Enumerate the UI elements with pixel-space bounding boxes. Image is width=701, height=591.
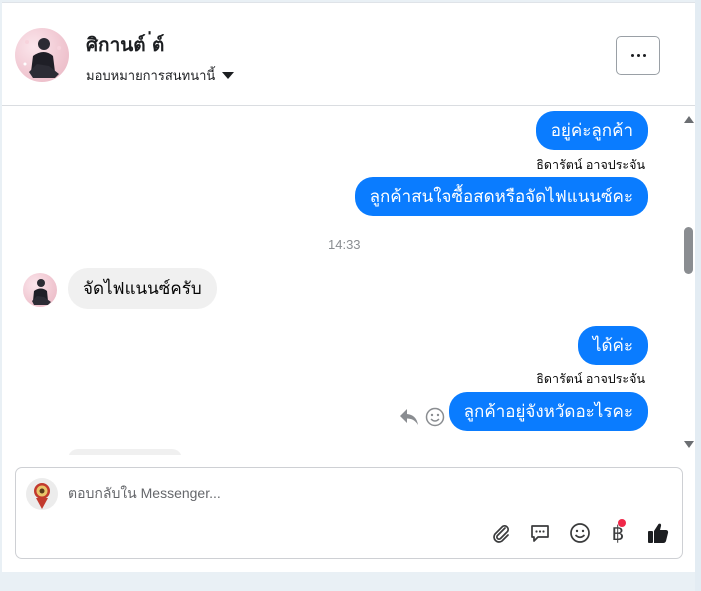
outgoing-message[interactable]: ได้ค่ะ xyxy=(577,326,648,365)
dot xyxy=(636,54,640,57)
contact-avatar[interactable] xyxy=(15,28,69,82)
window-edge xyxy=(695,0,701,591)
incoming-message-partial xyxy=(68,449,182,455)
dot xyxy=(630,54,634,57)
dot xyxy=(642,54,646,57)
incoming-message[interactable]: จัดไฟแนนซ์ครับ xyxy=(68,268,217,309)
outgoing-message[interactable]: ลูกค้าอยู่จังหวัดอะไรคะ xyxy=(448,392,648,431)
conversation-header: ศิกานต์ ่ต์ มอบหมายการสนทนานี้ xyxy=(2,3,695,106)
like-icon[interactable] xyxy=(645,520,671,546)
emoji-icon[interactable] xyxy=(567,520,593,546)
caret-down-icon xyxy=(222,72,235,79)
message-list[interactable]: อยู่ค่ะลูกค้า ธิดารัตน์ อาจประจัน ลูกค้า… xyxy=(2,107,695,455)
react-emoji-icon[interactable] xyxy=(425,407,445,432)
payment-icon[interactable]: ฿ xyxy=(605,519,631,546)
scroll-down-arrow-icon[interactable] xyxy=(684,441,694,448)
reply-icon[interactable] xyxy=(399,408,419,431)
message-timestamp: 14:33 xyxy=(328,237,361,252)
message-scrollbar[interactable] xyxy=(681,111,695,453)
page-avatar xyxy=(26,478,58,510)
reply-composer: ฿ xyxy=(15,467,683,559)
outgoing-message[interactable]: อยู่ค่ะลูกค้า xyxy=(535,111,648,150)
scroll-up-arrow-icon[interactable] xyxy=(684,116,694,123)
saved-replies-icon[interactable] xyxy=(527,520,553,546)
outgoing-message[interactable]: ลูกค้าสนใจซื้อสดหรือจัดไฟแนนซ์คะ xyxy=(354,177,648,216)
message-actions xyxy=(399,407,445,432)
assign-label: มอบหมายการสนทนานี้ xyxy=(86,68,216,83)
sender-name: ธิดารัตน์ อาจประจัน xyxy=(536,158,645,172)
scrollbar-thumb[interactable] xyxy=(684,227,693,274)
contact-avatar-small[interactable] xyxy=(23,273,57,307)
contact-name[interactable]: ศิกานต์ ่ต์ xyxy=(86,30,164,60)
conversation-panel: ศิกานต์ ่ต์ มอบหมายการสนทนานี้ อยู่ค่ะลู… xyxy=(2,2,695,572)
attach-icon[interactable] xyxy=(488,520,514,546)
assign-conversation-dropdown[interactable]: มอบหมายการสนทนานี้ xyxy=(86,65,235,86)
sender-name: ธิดารัตน์ อาจประจัน xyxy=(536,372,645,386)
notification-dot xyxy=(618,519,626,527)
reply-input[interactable] xyxy=(68,485,628,501)
more-options-button[interactable] xyxy=(616,36,660,75)
